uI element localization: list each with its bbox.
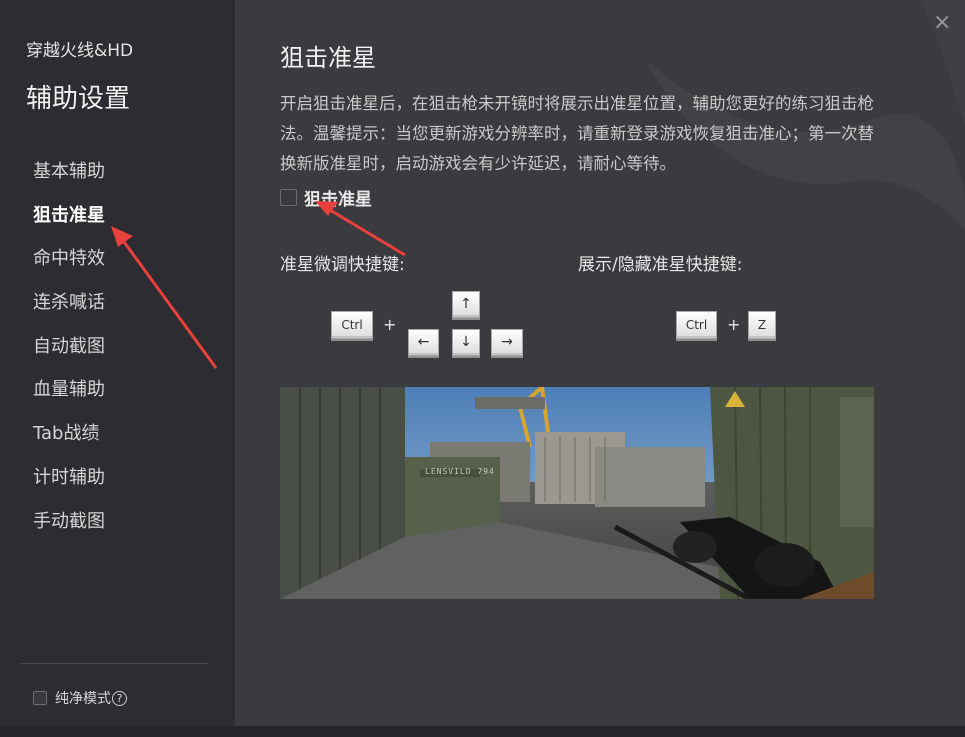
key-z[interactable]: Z (748, 311, 776, 339)
sidebar-item-6[interactable]: 血量辅助 (0, 368, 235, 412)
sidebar-item-2[interactable]: 狙击准星 (0, 194, 235, 238)
sidebar-item-5[interactable]: 自动截图 (0, 325, 235, 369)
enable-label: 狙击准星 (304, 190, 372, 210)
plus-sign: + (383, 315, 397, 334)
key-ctrl-adjust[interactable]: Ctrl (331, 311, 373, 339)
key-ctrl-toggle[interactable]: Ctrl (676, 311, 717, 339)
pure-mode-label: 纯净模式 (55, 691, 111, 707)
sidebar-item-9[interactable]: 手动截图 (0, 500, 235, 544)
pure-mode-toggle[interactable]: 纯净模式 ? (33, 688, 127, 708)
plus-sign: + (727, 315, 741, 334)
key-down-arrow[interactable]: ↓ (452, 329, 480, 356)
sidebar-item-1[interactable]: 基本辅助 (0, 150, 235, 194)
adjust-hotkey-label: 准星微调快捷键: (280, 255, 405, 275)
close-button[interactable]: × (933, 10, 951, 36)
pure-mode-checkbox[interactable] (33, 691, 47, 705)
game-title: 穿越火线&HD (26, 41, 134, 61)
key-right-arrow[interactable]: → (491, 329, 523, 356)
enable-checkbox[interactable] (280, 189, 297, 206)
enable-sniper-crosshair[interactable]: 狙击准星 (280, 185, 372, 210)
sidebar-item-7[interactable]: Tab战绩 (0, 412, 235, 456)
sidebar-item-8[interactable]: 计时辅助 (0, 456, 235, 500)
help-icon[interactable]: ? (112, 690, 127, 706)
sidebar-item-4[interactable]: 连杀喊话 (0, 281, 235, 325)
sidebar: 穿越火线&HD 辅助设置 基本辅助 狙击准星 命中特效 连杀喊话 自动截图 血量辅助 Tab… (0, 0, 235, 726)
annotation-arrow-checkbox (324, 205, 406, 257)
key-up-arrow[interactable]: ↑ (452, 291, 480, 318)
sidebar-item-3[interactable]: 命中特效 (0, 237, 235, 281)
sidebar-divider (20, 663, 208, 664)
key-left-arrow[interactable]: ← (408, 329, 439, 356)
crosshair-preview-image: LENSVILD 794 (280, 387, 874, 599)
page-title: 狙击准星 (280, 44, 376, 72)
section-title: 辅助设置 (26, 84, 131, 114)
description-text: 开启狙击准星后，在狙击枪未开镜时将展示出准星位置，辅助您更好的练习狙击枪法。温馨… (280, 94, 874, 173)
bottom-bar (0, 726, 965, 737)
sidebar-nav: 基本辅助 狙击准星 命中特效 连杀喊话 自动截图 血量辅助 Tab战绩 计时辅助 手动截图 (0, 150, 235, 543)
preview-sign-text: LENSVILD 794 (425, 467, 495, 476)
toggle-hotkey-label: 展示/隐藏准星快捷键: (578, 255, 743, 275)
